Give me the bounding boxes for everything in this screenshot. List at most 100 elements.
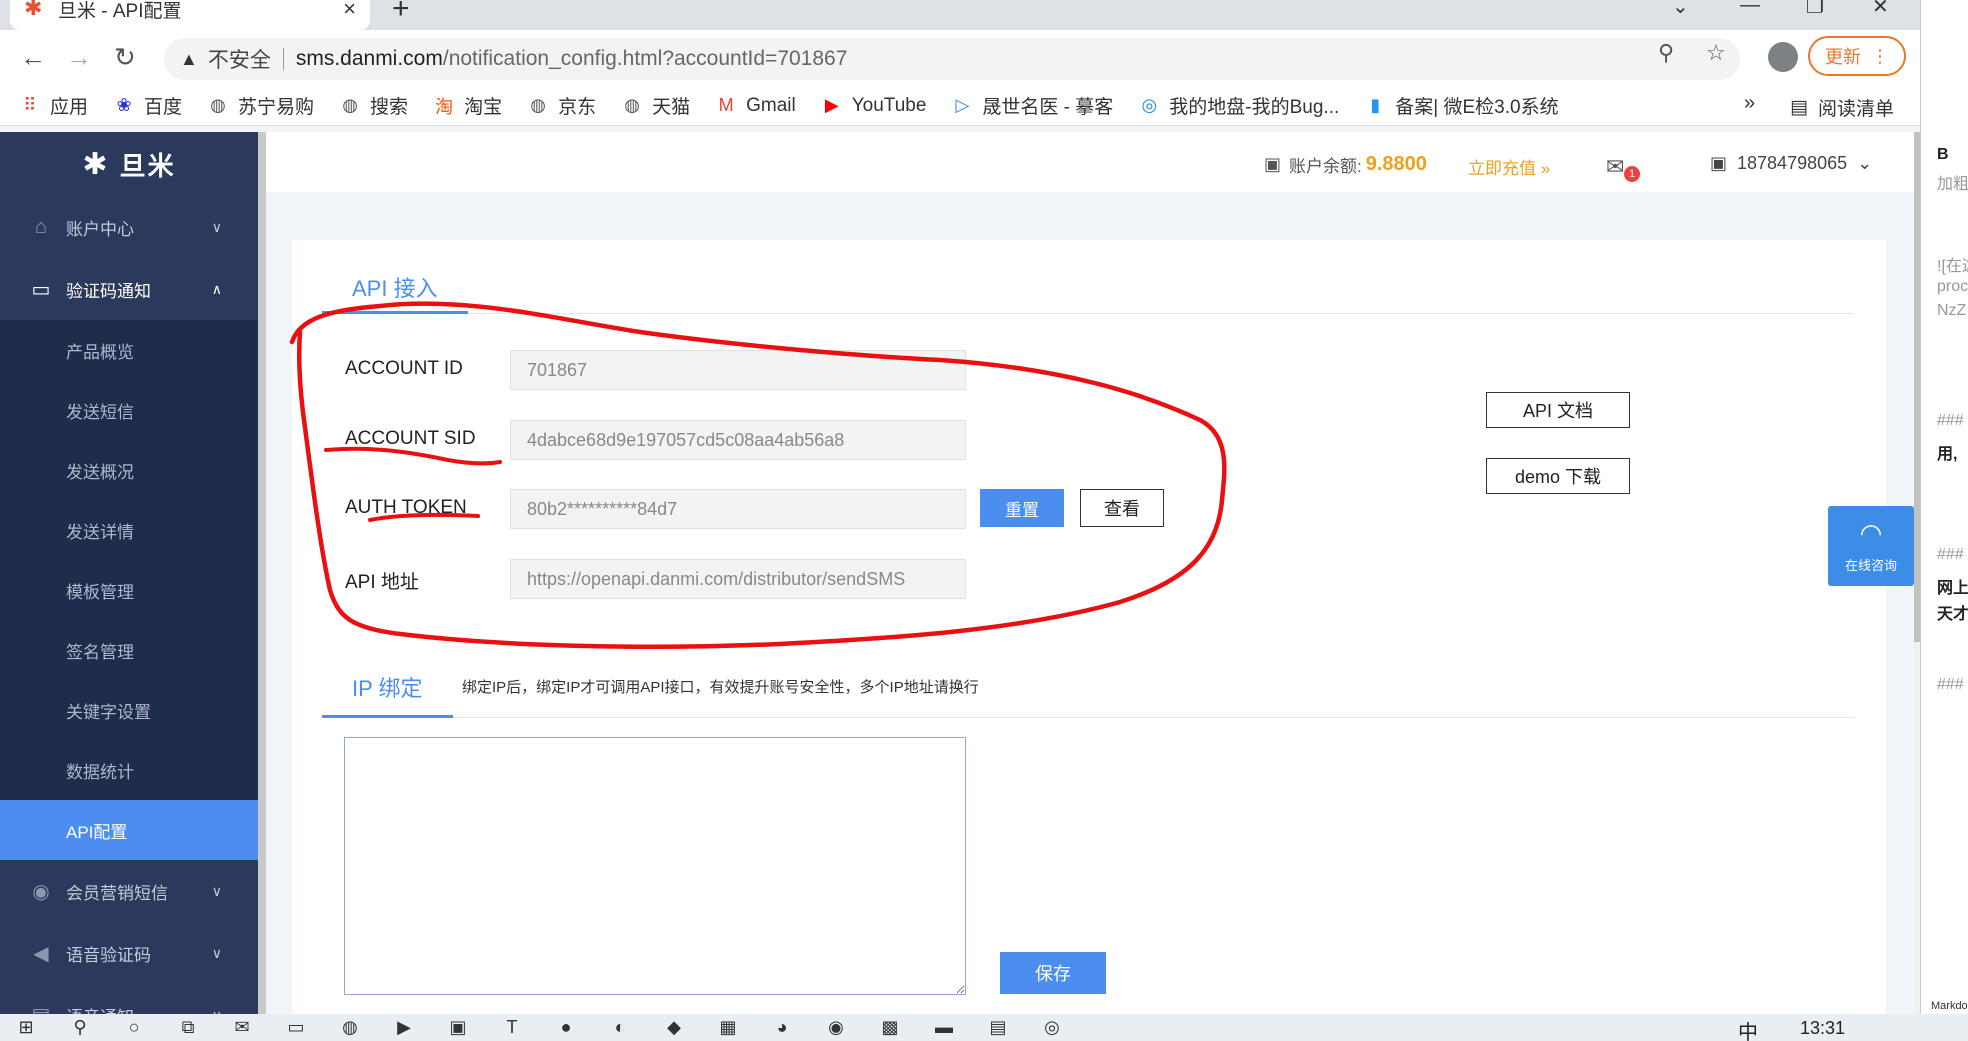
submenu-item[interactable]: 模板管理 [0, 560, 258, 620]
bookmark-item[interactable]: ◎ 我的地盘-我的Bug... [1139, 92, 1339, 119]
save-ip-button[interactable]: 保存 [1000, 952, 1106, 994]
bookmark-item[interactable]: M Gmail [716, 95, 796, 117]
menu-label: 验证码通知 [66, 281, 151, 301]
url-bar[interactable]: ▲ 不安全 sms.danmi.com /notification_config… [164, 38, 1740, 80]
tab-search-icon[interactable]: ⌄ [1672, 0, 1689, 19]
bookmark-item[interactable]: ▶ YouTube [822, 95, 927, 117]
auth-token-label: AUTH TOKEN [345, 497, 467, 518]
reading-list-button[interactable]: ▤ 阅读清单 [1790, 94, 1894, 121]
ip-list-textarea[interactable] [344, 737, 966, 995]
headset-icon: ◠ [1859, 518, 1883, 548]
insecure-label[interactable]: 不安全 [208, 44, 271, 74]
account-id-label: ACCOUNT ID [345, 358, 463, 379]
bookmark-item[interactable]: ▷ 晟世名医 - 摹客 [952, 92, 1113, 119]
reload-icon[interactable]: ↻ [114, 42, 136, 73]
bookmark-item[interactable]: ◍ 天猫 [622, 92, 690, 119]
danmi-logo[interactable]: ✱ 旦米 [0, 132, 258, 196]
update-button[interactable]: 更新 ⋮ [1808, 36, 1906, 76]
menu-voice-code[interactable]: ◀ 语音验证码 ∨ [0, 922, 258, 984]
api-address-field[interactable]: https://openapi.danmi.com/distributor/se… [510, 559, 966, 599]
search-icon[interactable]: ⚲ [68, 1017, 92, 1039]
taskbar-clock[interactable]: 13:31 [1800, 1018, 1845, 1039]
warning-triangle-icon[interactable]: ▲ [180, 49, 198, 70]
submenu-item[interactable]: 发送短信 [0, 380, 258, 440]
postman-icon[interactable]: ● [554, 1017, 578, 1039]
submenu-item[interactable]: 关键字设置 [0, 680, 258, 740]
globe-icon: ◍ [624, 95, 640, 115]
recharge-link[interactable]: 立即充值 » [1468, 154, 1550, 179]
address-bar-row: ← → ↻ ▲ 不安全 sms.danmi.com /notification_… [0, 30, 1920, 86]
ime-indicator[interactable]: 中 [1738, 1016, 1758, 1041]
api-doc-button[interactable]: API 文档 [1486, 392, 1630, 428]
cortana-icon[interactable]: ○ [122, 1017, 146, 1039]
mail-icon[interactable]: ✉ [1606, 154, 1624, 180]
snipping-icon[interactable]: ▦ [716, 1017, 740, 1039]
bookmark-item[interactable]: 淘淘宝 [434, 92, 502, 119]
account-sid-field[interactable]: 4dabce68d9e197057cd5c08aa4ab56a8 [510, 420, 966, 460]
forward-icon[interactable]: → [66, 42, 92, 73]
submenu-item[interactable]: 发送概况 [0, 440, 258, 500]
remote-desktop-icon[interactable]: ▤ [986, 1017, 1010, 1039]
update-label: 更新 [1825, 47, 1861, 67]
typora-icon[interactable]: T [500, 1017, 524, 1039]
view-token-button[interactable]: 查看 [1080, 489, 1164, 527]
photos-icon[interactable]: ◐ [608, 1017, 632, 1039]
bookmark-item[interactable]: ◍ 搜索 [340, 92, 408, 119]
side-window-text: 用, [1937, 446, 1958, 463]
account-id-field[interactable]: 701867 [510, 350, 966, 390]
submenu-item[interactable]: 产品概览 [0, 320, 258, 380]
side-window-text: ### [1937, 676, 1964, 693]
network-app-icon[interactable]: ◎ [1040, 1017, 1064, 1039]
auth-token-field[interactable]: 80b2**********84d7 [510, 489, 966, 529]
submenu-item[interactable]: API配置 [0, 800, 258, 860]
app-icon[interactable]: ▩ [878, 1017, 902, 1039]
bookmark-item[interactable]: ◍ 苏宁易购 [208, 92, 314, 119]
chrome-icon[interactable]: ◍ [338, 1017, 362, 1039]
maximize-icon[interactable]: ❐ [1806, 0, 1824, 19]
menu-voice-notice[interactable]: ▤ 语音通知 ∨ [0, 984, 258, 1015]
tab-api-access[interactable]: API 接入 [322, 262, 468, 314]
bookmarks-more-button[interactable]: » [1744, 92, 1755, 115]
tab-ip-binding[interactable]: IP 绑定 [322, 658, 453, 718]
tab-close-icon[interactable]: × [343, 0, 356, 22]
bookmark-star-icon[interactable]: ☆ [1706, 40, 1726, 66]
bookmark-item[interactable]: ⠿ 应用 [20, 92, 88, 119]
close-window-icon[interactable]: ✕ [1872, 0, 1889, 19]
online-consult-widget[interactable]: ◠ 在线咨询 [1828, 506, 1914, 586]
back-icon[interactable]: ← [20, 42, 46, 73]
user-menu[interactable]: ▣ 18784798065 ⌄ [1710, 153, 1872, 174]
submenu-item[interactable]: 发送详情 [0, 500, 258, 560]
url-path: /notification_config.html?accountId=7018… [442, 47, 848, 70]
intellij-icon[interactable]: ▣ [446, 1017, 470, 1039]
bookmark-label: 天猫 [652, 97, 691, 118]
reset-token-button[interactable]: 重置 [980, 489, 1064, 527]
terminal-icon[interactable]: ▬ [932, 1017, 956, 1039]
demo-download-button[interactable]: demo 下载 [1486, 458, 1630, 494]
bookmark-item[interactable]: ◍ 京东 [528, 92, 596, 119]
minimize-icon[interactable]: — [1740, 0, 1760, 17]
chevron-down-icon: ∨ [211, 944, 222, 961]
sidebar-scrollbar[interactable] [258, 132, 266, 1014]
top-header [266, 132, 1920, 192]
powershell-icon[interactable]: ▶ [392, 1017, 416, 1039]
windows-start-icon[interactable]: ⊞ [14, 1017, 38, 1039]
menu-verify-notice[interactable]: ▭ 验证码通知 ∧ [0, 258, 258, 320]
wechat-icon[interactable]: ◕ [770, 1017, 794, 1039]
bookmark-item[interactable]: ❀ 百度 [114, 92, 182, 119]
submenu-item[interactable]: 数据统计 [0, 740, 258, 800]
zoom-icon[interactable]: ⚲ [1658, 40, 1674, 66]
side-window-text: ### [1937, 412, 1964, 429]
bookmark-item[interactable]: ▮ 备案| 微E检3.0系统 [1365, 92, 1558, 119]
submenu-item[interactable]: 签名管理 [0, 620, 258, 680]
menu-member-sms[interactable]: ◉ 会员营销短信 ∨ [0, 860, 258, 922]
menu-label: 账户中心 [66, 219, 134, 239]
feishu-icon[interactable]: ◆ [662, 1017, 686, 1039]
menu-account-center[interactable]: ⌂ 账户中心 ∨ [0, 196, 258, 258]
profile-avatar-icon[interactable] [1768, 42, 1798, 72]
lark-icon[interactable]: ◉ [824, 1017, 848, 1039]
new-tab-icon[interactable]: + [392, 0, 410, 26]
folder-icon[interactable]: ▭ [284, 1017, 308, 1039]
mail-app-icon[interactable]: ✉ [230, 1017, 254, 1039]
task-view-icon[interactable]: ⧉ [176, 1017, 200, 1039]
browser-tab[interactable]: ✱ 旦米 - API配置 × [10, 0, 370, 30]
